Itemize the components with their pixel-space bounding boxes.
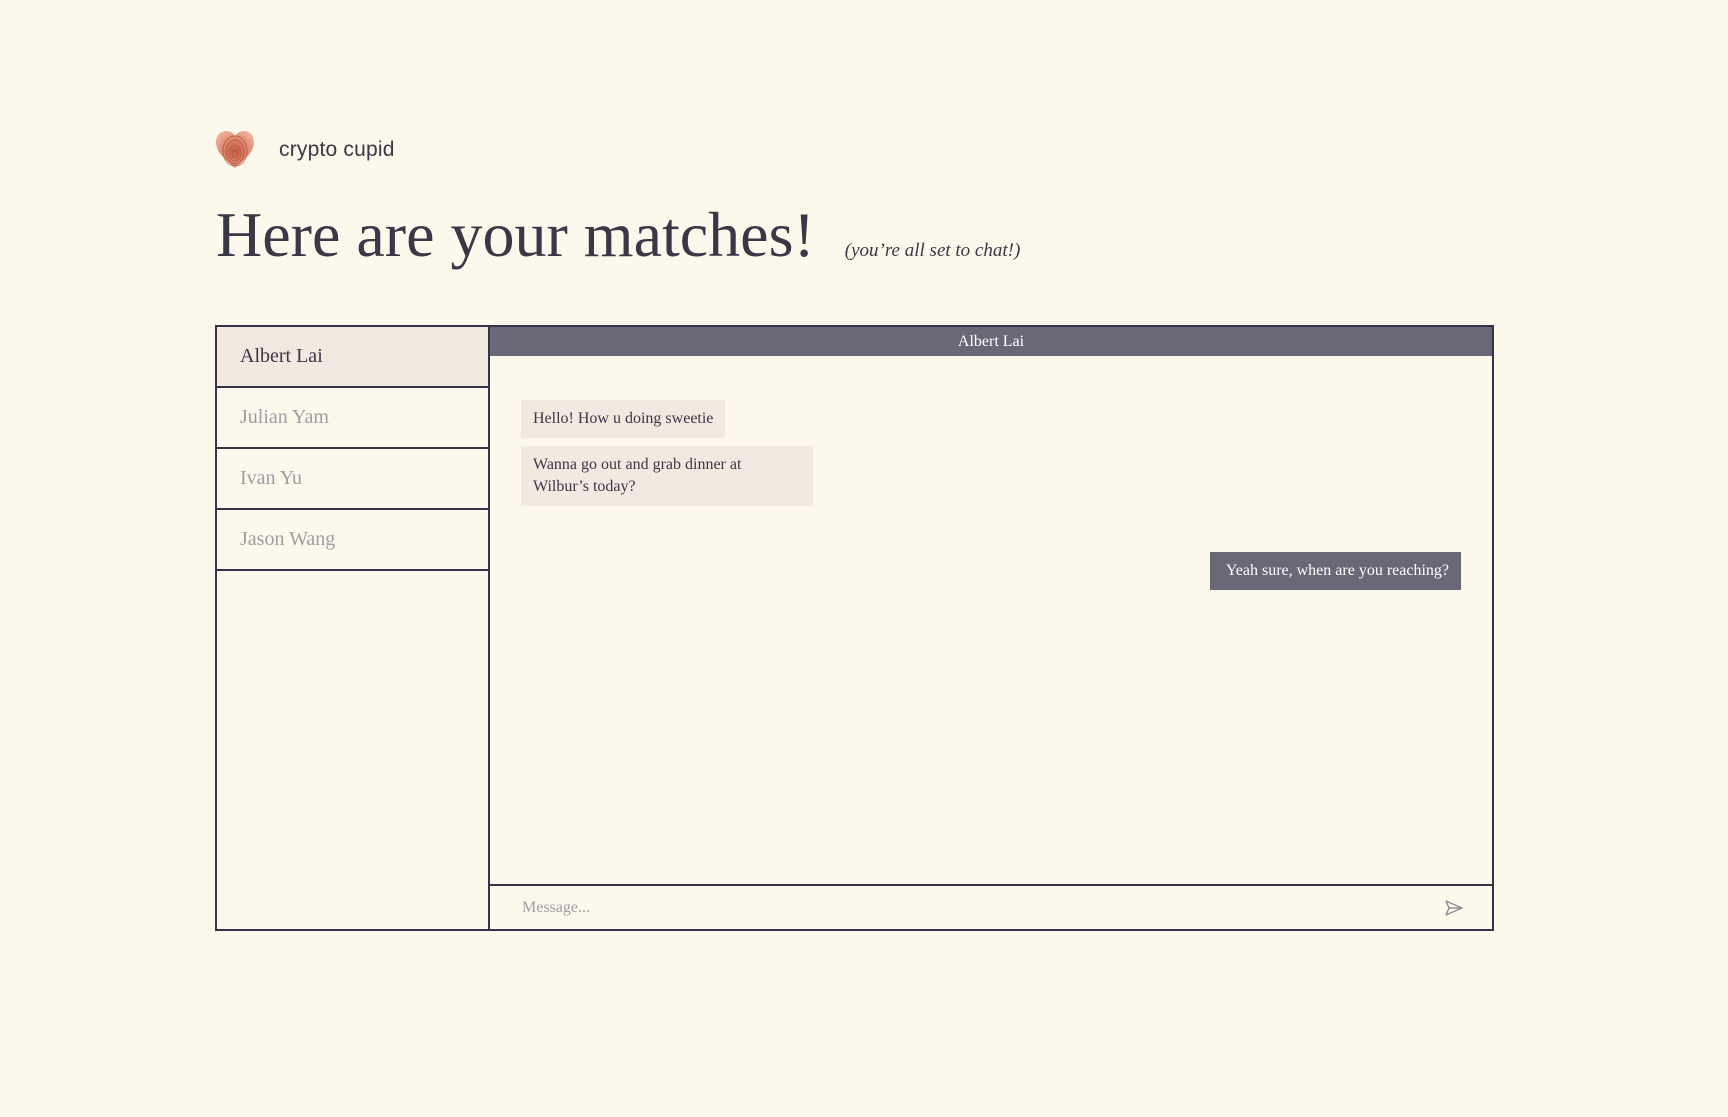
message-bubble-received: Hello! How u doing sweetie: [521, 400, 726, 438]
message-input[interactable]: [522, 898, 1442, 917]
page-subtitle: (you’re all set to chat!): [844, 240, 1021, 261]
conversation-header: Albert Lai: [490, 327, 1492, 356]
message-list: Hello! How u doing sweetie Wanna go out …: [490, 356, 1492, 884]
send-button[interactable]: [1442, 896, 1466, 920]
conversation: Albert Lai Hello! How u doing sweetie Wa…: [490, 327, 1492, 929]
brand-name: crypto cupid: [279, 138, 395, 161]
brand: crypto cupid: [214, 130, 395, 170]
match-item-ivan-yu[interactable]: Ivan Yu: [217, 449, 488, 510]
match-item-julian-yam[interactable]: Julian Yam: [217, 388, 488, 449]
fingerprint-heart-icon: [216, 131, 254, 168]
chat-panel: Albert Lai Julian Yam Ivan Yu Jason Wang…: [215, 325, 1494, 931]
message-bubble-sent: Yeah sure, when are you reaching?: [1209, 552, 1461, 590]
page-header: Here are your matches! (you’re all set t…: [216, 195, 1020, 275]
message-bubble-received: Wanna go out and grab dinner at Wilbur’s…: [521, 446, 813, 506]
match-list: Albert Lai Julian Yam Ivan Yu Jason Wang: [217, 327, 490, 929]
conversation-contact-name: Albert Lai: [957, 332, 1025, 350]
page-title: Here are your matches!: [216, 199, 815, 270]
match-item-albert-lai[interactable]: Albert Lai: [217, 327, 488, 388]
message-composer: [490, 884, 1492, 929]
send-icon: [1445, 899, 1463, 916]
match-item-jason-wang[interactable]: Jason Wang: [217, 510, 488, 571]
